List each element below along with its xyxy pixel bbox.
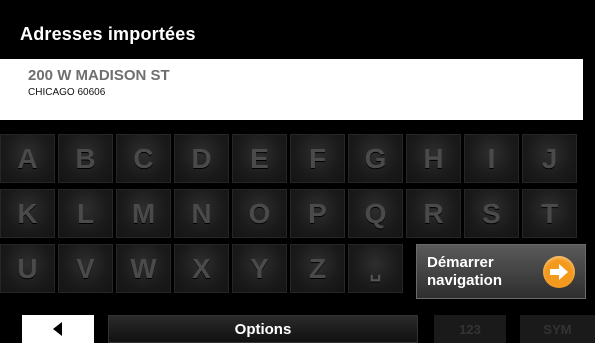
- key-b[interactable]: B: [58, 134, 113, 183]
- arrow-right-circle-icon: [543, 255, 575, 288]
- key-y[interactable]: Y: [232, 244, 287, 293]
- address-display: 200 W MADISON ST CHICAGO 60606: [0, 59, 583, 120]
- key-i[interactable]: I: [464, 134, 519, 183]
- key-m[interactable]: M: [116, 189, 171, 238]
- key-n[interactable]: N: [174, 189, 229, 238]
- key-t[interactable]: T: [522, 189, 577, 238]
- page-title: Adresses importées: [20, 24, 196, 44]
- address-city: CHICAGO 60606: [28, 87, 106, 98]
- keyboard-row-3: U V W X Y Z ␣: [0, 244, 403, 293]
- key-q[interactable]: Q: [348, 189, 403, 238]
- key-k[interactable]: K: [0, 189, 55, 238]
- key-z[interactable]: Z: [290, 244, 345, 293]
- key-w[interactable]: W: [116, 244, 171, 293]
- key-h[interactable]: H: [406, 134, 461, 183]
- key-o[interactable]: O: [232, 189, 287, 238]
- key-a[interactable]: A: [0, 134, 55, 183]
- key-p[interactable]: P: [290, 189, 345, 238]
- key-d[interactable]: D: [174, 134, 229, 183]
- key-f[interactable]: F: [290, 134, 345, 183]
- back-button[interactable]: [22, 315, 94, 343]
- back-arrow-icon: [53, 322, 62, 336]
- start-navigation-label: Démarrer navigation: [427, 253, 503, 289]
- numeric-keyboard-button[interactable]: 123: [434, 315, 506, 343]
- key-u[interactable]: U: [0, 244, 55, 293]
- key-j[interactable]: J: [522, 134, 577, 183]
- key-c[interactable]: C: [116, 134, 171, 183]
- key-space[interactable]: ␣: [348, 244, 403, 293]
- key-x[interactable]: X: [174, 244, 229, 293]
- address-street: 200 W MADISON ST: [28, 67, 170, 84]
- key-g[interactable]: G: [348, 134, 403, 183]
- key-e[interactable]: E: [232, 134, 287, 183]
- symbols-keyboard-button[interactable]: SYM: [520, 315, 595, 343]
- key-r[interactable]: R: [406, 189, 461, 238]
- options-button[interactable]: Options: [108, 315, 418, 343]
- keyboard-row-1: A B C D E F G H I J: [0, 134, 577, 183]
- key-v[interactable]: V: [58, 244, 113, 293]
- key-s[interactable]: S: [464, 189, 519, 238]
- key-l[interactable]: L: [58, 189, 113, 238]
- keyboard-row-2: K L M N O P Q R S T: [0, 189, 577, 238]
- start-navigation-button[interactable]: Démarrer navigation: [416, 244, 586, 299]
